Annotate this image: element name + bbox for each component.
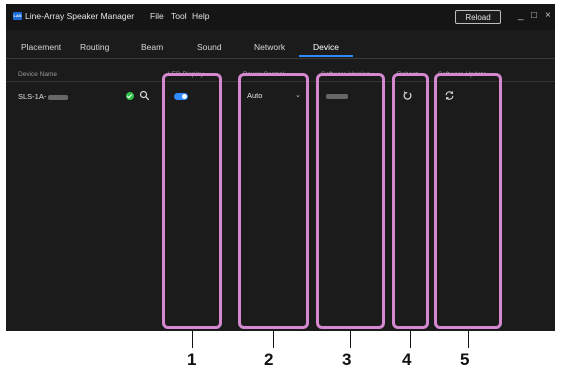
active-tab-indicator bbox=[299, 55, 353, 57]
tab-beam[interactable]: Beam bbox=[141, 42, 163, 52]
app-window: LAS Line-Array Speaker Manager File Tool… bbox=[6, 4, 555, 331]
highlight-box-3 bbox=[316, 73, 385, 329]
tab-device[interactable]: Device bbox=[313, 42, 339, 52]
minimize-button[interactable]: _ bbox=[518, 10, 524, 22]
device-name: SLS-1A- bbox=[18, 92, 69, 101]
tab-placement[interactable]: Placement bbox=[21, 42, 61, 52]
callout-line-2 bbox=[273, 331, 274, 348]
device-name-prefix: SLS-1A- bbox=[18, 92, 47, 101]
tab-network[interactable]: Network bbox=[254, 42, 285, 52]
maximize-button[interactable]: □ bbox=[531, 10, 537, 22]
search-icon[interactable] bbox=[139, 90, 150, 101]
device-name-redacted bbox=[48, 94, 69, 100]
reload-button[interactable]: Reload bbox=[455, 10, 501, 24]
close-button[interactable]: × bbox=[545, 10, 551, 22]
callout-3: 3 bbox=[342, 350, 352, 369]
app-icon: LAS bbox=[13, 12, 22, 20]
callout-5: 5 bbox=[460, 350, 470, 369]
menu-file[interactable]: File bbox=[150, 11, 164, 21]
menu-help[interactable]: Help bbox=[192, 11, 209, 21]
menu-tool[interactable]: Tool bbox=[171, 11, 187, 21]
callout-line-1 bbox=[192, 331, 193, 348]
callout-1: 1 bbox=[187, 350, 197, 369]
tab-bar: Placement Routing Beam Sound Network Dev… bbox=[6, 38, 555, 59]
callout-line-4 bbox=[410, 331, 411, 348]
app-title: Line-Array Speaker Manager bbox=[25, 11, 135, 21]
tab-sound[interactable]: Sound bbox=[197, 42, 222, 52]
tab-routing[interactable]: Routing bbox=[80, 42, 109, 52]
highlight-box-2 bbox=[238, 73, 309, 329]
highlight-box-4 bbox=[392, 73, 429, 329]
callout-line-3 bbox=[350, 331, 351, 348]
column-device-name: Device Name bbox=[18, 71, 58, 78]
check-circle-icon bbox=[126, 92, 134, 100]
highlight-box-1 bbox=[162, 73, 222, 329]
highlight-box-5 bbox=[434, 73, 502, 329]
callout-2: 2 bbox=[264, 350, 274, 369]
callout-4: 4 bbox=[402, 350, 412, 369]
title-bar: LAS Line-Array Speaker Manager File Tool… bbox=[6, 4, 555, 30]
callout-line-5 bbox=[468, 331, 469, 348]
